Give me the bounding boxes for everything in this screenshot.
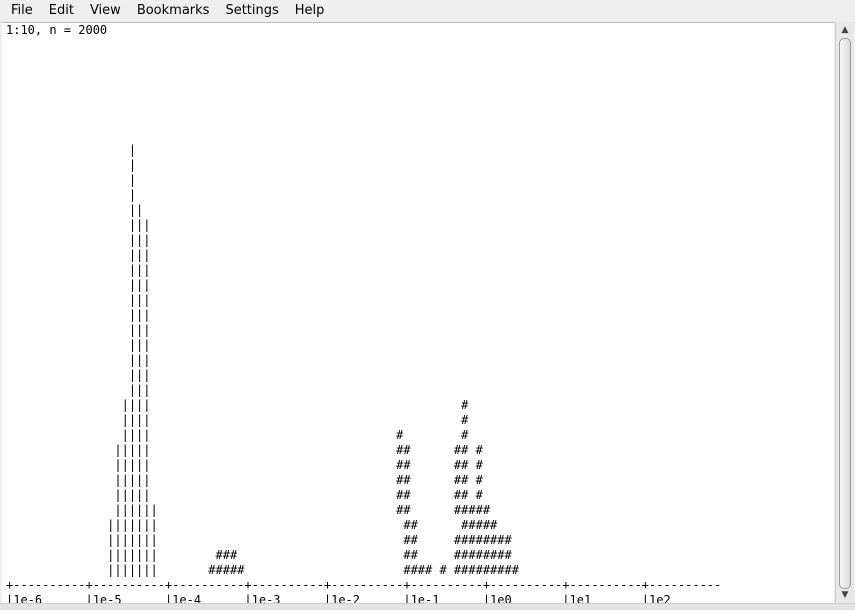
terminal-line: |||: [6, 293, 151, 307]
terminal-line: ||: [6, 203, 144, 217]
terminal-line: |||: [6, 308, 151, 322]
terminal-line: ||||||| ## #####: [6, 518, 498, 532]
terminal-line: ||||||| ## ########: [6, 533, 512, 547]
terminal-line: |||||| ## #####: [6, 503, 491, 517]
terminal-line: ||||| ## ## #: [6, 488, 483, 502]
menu-edit[interactable]: Edit: [41, 0, 82, 22]
menu-bar: File Edit View Bookmarks Settings Help: [0, 0, 855, 23]
terminal-line: |||: [6, 353, 151, 367]
menu-settings[interactable]: Settings: [217, 0, 286, 22]
terminal-line: |: [6, 188, 137, 202]
terminal-line: |||: [6, 218, 151, 232]
terminal-line: |: [6, 173, 137, 187]
terminal-line: |||: [6, 278, 151, 292]
menu-view[interactable]: View: [82, 0, 129, 22]
terminal-line: |: [6, 143, 137, 157]
terminal-line: |||: [6, 248, 151, 262]
terminal-line: |||: [6, 323, 151, 337]
terminal-line: |||: [6, 263, 151, 277]
terminal-line: |: [6, 158, 137, 172]
menu-file[interactable]: File: [0, 0, 41, 22]
terminal-line: ||||| ## ## #: [6, 443, 483, 457]
terminal-line: |||| # #: [6, 428, 469, 442]
terminal-line: |||| #: [6, 398, 469, 412]
terminal-line: |||: [6, 383, 151, 397]
terminal-output[interactable]: 1:10, n = 2000 | | | | || ||| ||| ||| ||…: [2, 22, 834, 604]
scrollbar-thumb[interactable]: [839, 38, 851, 589]
terminal-line: ||||||| ##### #### # #########: [6, 563, 519, 577]
menu-bookmarks[interactable]: Bookmarks: [129, 0, 218, 22]
menu-help[interactable]: Help: [287, 0, 333, 22]
terminal-line: ||||| ## ## #: [6, 473, 483, 487]
terminal-line: |||: [6, 233, 151, 247]
terminal-line: |||| #: [6, 413, 469, 427]
scroll-up-arrow-icon[interactable]: ▲: [836, 23, 854, 37]
terminal-line: |||: [6, 338, 151, 352]
terminal-line: ||||| ## ## #: [6, 458, 483, 472]
scroll-down-arrow-icon[interactable]: ▼: [836, 588, 854, 602]
terminal-line: 1:10, n = 2000: [6, 23, 108, 37]
terminal-line: |||: [6, 368, 151, 382]
terminal-line: ||||||| ### ## ########: [6, 548, 512, 562]
terminal-line: +----------+----------+----------+------…: [6, 578, 722, 592]
vertical-scrollbar[interactable]: ▲ ▼: [835, 22, 854, 603]
